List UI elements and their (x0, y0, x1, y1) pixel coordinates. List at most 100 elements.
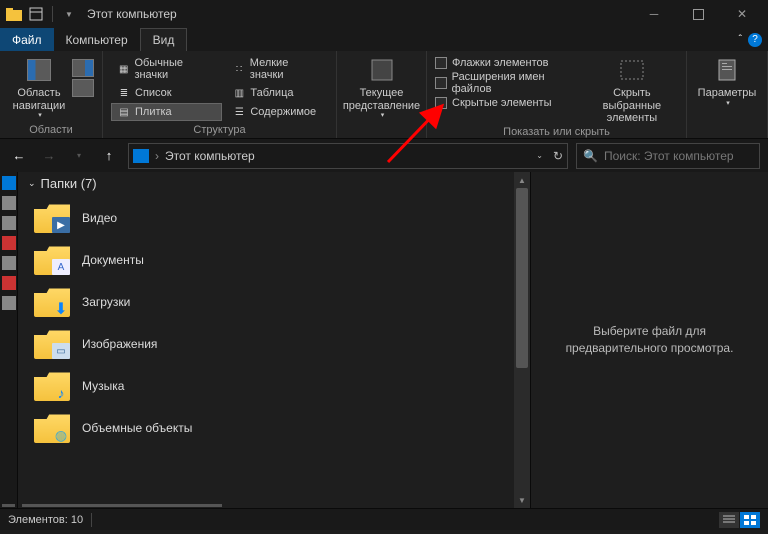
checkbox-hidden-items[interactable]: Скрытые элементы (435, 97, 582, 109)
address-dropdown-icon[interactable]: ⌄ (536, 151, 543, 160)
folder-video[interactable]: ▶ Видео (30, 197, 514, 239)
group-show-hide: Флажки элементов Расширения имен файлов … (427, 51, 687, 138)
folder-icon[interactable] (2, 216, 16, 230)
options-button[interactable]: Параметры▾ (695, 55, 759, 108)
group-layout: ▦Обычные значки ≣Список ▤Плитка ∷Мелкие … (103, 51, 337, 138)
help-icon[interactable]: ? (748, 33, 762, 47)
address-bar[interactable]: › Этот компьютер ⌄ ↻ (128, 143, 568, 169)
tab-computer[interactable]: Компьютер (54, 28, 140, 51)
folder-icon: ▭ (34, 329, 70, 359)
search-placeholder: Поиск: Этот компьютер (604, 149, 734, 163)
checkbox-icon (435, 97, 447, 109)
folder-icon[interactable] (2, 236, 16, 250)
title-bar: ▼ Этот компьютер ─ ✕ (0, 0, 768, 28)
history-dropdown[interactable]: ▾ (68, 145, 90, 167)
tile-icon: ▤ (117, 105, 131, 119)
horizontal-scrollbar[interactable] (22, 504, 222, 507)
folders-group-label: Папки (7) (41, 176, 97, 191)
folders-group-header[interactable]: ⌄ Папки (7) (18, 172, 514, 195)
folder-music[interactable]: ♪ Музыка (30, 365, 514, 407)
folder-icon: ♪ (34, 371, 70, 401)
content-area: ⌄ Папки (7) ▶ Видео A Документы ⬇ Загруз… (0, 172, 768, 508)
ribbon: Область навигации▾ Области ▦Обычные знач… (0, 51, 768, 139)
sidebar-collapsed[interactable] (0, 172, 18, 508)
vertical-scrollbar[interactable]: ▲ ▼ (514, 172, 530, 508)
preview-pane: Выберите файл для предварительного просм… (530, 172, 768, 508)
scroll-up-icon[interactable]: ▲ (514, 172, 530, 188)
layout-small-icons[interactable]: ∷Мелкие значки (226, 55, 328, 83)
window-title: Этот компьютер (87, 7, 177, 21)
small-icons-icon: ∷ (232, 62, 245, 76)
current-view-button[interactable]: Текущее представление▾ (343, 55, 420, 120)
current-view-label: Текущее представление (343, 87, 420, 112)
navigation-bar: ← → ▾ ↑ › Этот компьютер ⌄ ↻ 🔍 Поиск: Эт… (0, 139, 768, 172)
folder-icon: ◍ (34, 413, 70, 443)
folder-3d-objects[interactable]: ◍ Объемные объекты (30, 407, 514, 449)
properties-icon[interactable] (26, 4, 46, 24)
status-item-count: Элементов: 10 (8, 514, 83, 526)
layout-regular-icons[interactable]: ▦Обычные значки (111, 55, 222, 83)
layout-tile[interactable]: ▤Плитка (111, 103, 222, 121)
tab-view[interactable]: Вид (140, 28, 188, 51)
folder-icon: ▶ (34, 203, 70, 233)
group-show-hide-label: Показать или скрыть (435, 125, 678, 138)
options-label: Параметры (698, 87, 757, 100)
navigation-pane-label: Область навигации (8, 87, 70, 112)
qat-dropdown-icon[interactable]: ▼ (59, 4, 79, 24)
layout-list[interactable]: ≣Список (111, 84, 222, 102)
minimize-button[interactable]: ─ (632, 0, 676, 28)
scroll-thumb[interactable] (516, 188, 528, 368)
quickaccess-icon[interactable] (2, 176, 16, 190)
view-tiles-button[interactable] (740, 512, 760, 528)
content-icon: ☰ (232, 105, 246, 119)
checkbox-icon (435, 57, 447, 69)
ribbon-tabs: Файл Компьютер Вид ˆ ? (0, 28, 768, 51)
collapse-ribbon-icon[interactable]: ˆ (739, 34, 742, 45)
navigation-pane-button[interactable]: Область навигации▾ (8, 55, 70, 120)
group-panes-label: Области (8, 123, 94, 136)
folder-icon[interactable] (2, 296, 16, 310)
group-panes: Область навигации▾ Области (0, 51, 103, 138)
up-button[interactable]: ↑ (98, 145, 120, 167)
hide-selected-label: Скрыть выбранные элементы (586, 87, 678, 125)
breadcrumb-location[interactable]: Этот компьютер (165, 149, 255, 163)
folder-pictures[interactable]: ▭ Изображения (30, 323, 514, 365)
view-details-button[interactable] (719, 512, 739, 528)
tab-file[interactable]: Файл (0, 28, 54, 51)
checkbox-icon (435, 77, 447, 89)
medium-icons-icon: ▦ (117, 62, 130, 76)
folder-downloads[interactable]: ⬇ Загрузки (30, 281, 514, 323)
back-button[interactable]: ← (8, 145, 30, 167)
computer-icon (133, 149, 149, 163)
hide-selected-button[interactable]: Скрыть выбранные элементы (586, 55, 678, 125)
group-layout-label: Структура (111, 123, 328, 136)
status-bar: Элементов: 10 (0, 508, 768, 530)
sidebar-scrollbar[interactable] (2, 504, 15, 507)
scroll-down-icon[interactable]: ▼ (514, 492, 530, 508)
group-options: Параметры▾ (687, 51, 768, 138)
forward-button[interactable]: → (38, 145, 60, 167)
chevron-down-icon: ⌄ (28, 178, 36, 189)
details-pane-button[interactable] (72, 79, 94, 97)
layout-content[interactable]: ☰Содержимое (226, 103, 328, 121)
search-icon: 🔍 (583, 149, 598, 163)
checkbox-file-ext[interactable]: Расширения имен файлов (435, 71, 582, 95)
checkbox-item-flags[interactable]: Флажки элементов (435, 57, 582, 69)
folder-icon: ⬇ (34, 287, 70, 317)
breadcrumb-sep: › (155, 149, 159, 163)
folder-icon: A (34, 245, 70, 275)
close-button[interactable]: ✕ (720, 0, 764, 28)
maximize-button[interactable] (676, 0, 720, 28)
folder-icon[interactable] (2, 196, 16, 210)
folder-icon[interactable] (2, 276, 16, 290)
folder-documents[interactable]: A Документы (30, 239, 514, 281)
folder-icon (4, 4, 24, 24)
search-box[interactable]: 🔍 Поиск: Этот компьютер (576, 143, 760, 169)
folder-icon[interactable] (2, 256, 16, 270)
layout-table[interactable]: ▥Таблица (226, 84, 328, 102)
table-icon: ▥ (232, 86, 246, 100)
preview-empty-text: Выберите файл для предварительного просм… (549, 323, 750, 357)
file-list: ⌄ Папки (7) ▶ Видео A Документы ⬇ Загруз… (18, 172, 514, 508)
refresh-icon[interactable]: ↻ (553, 149, 563, 163)
preview-pane-button[interactable] (72, 59, 94, 77)
